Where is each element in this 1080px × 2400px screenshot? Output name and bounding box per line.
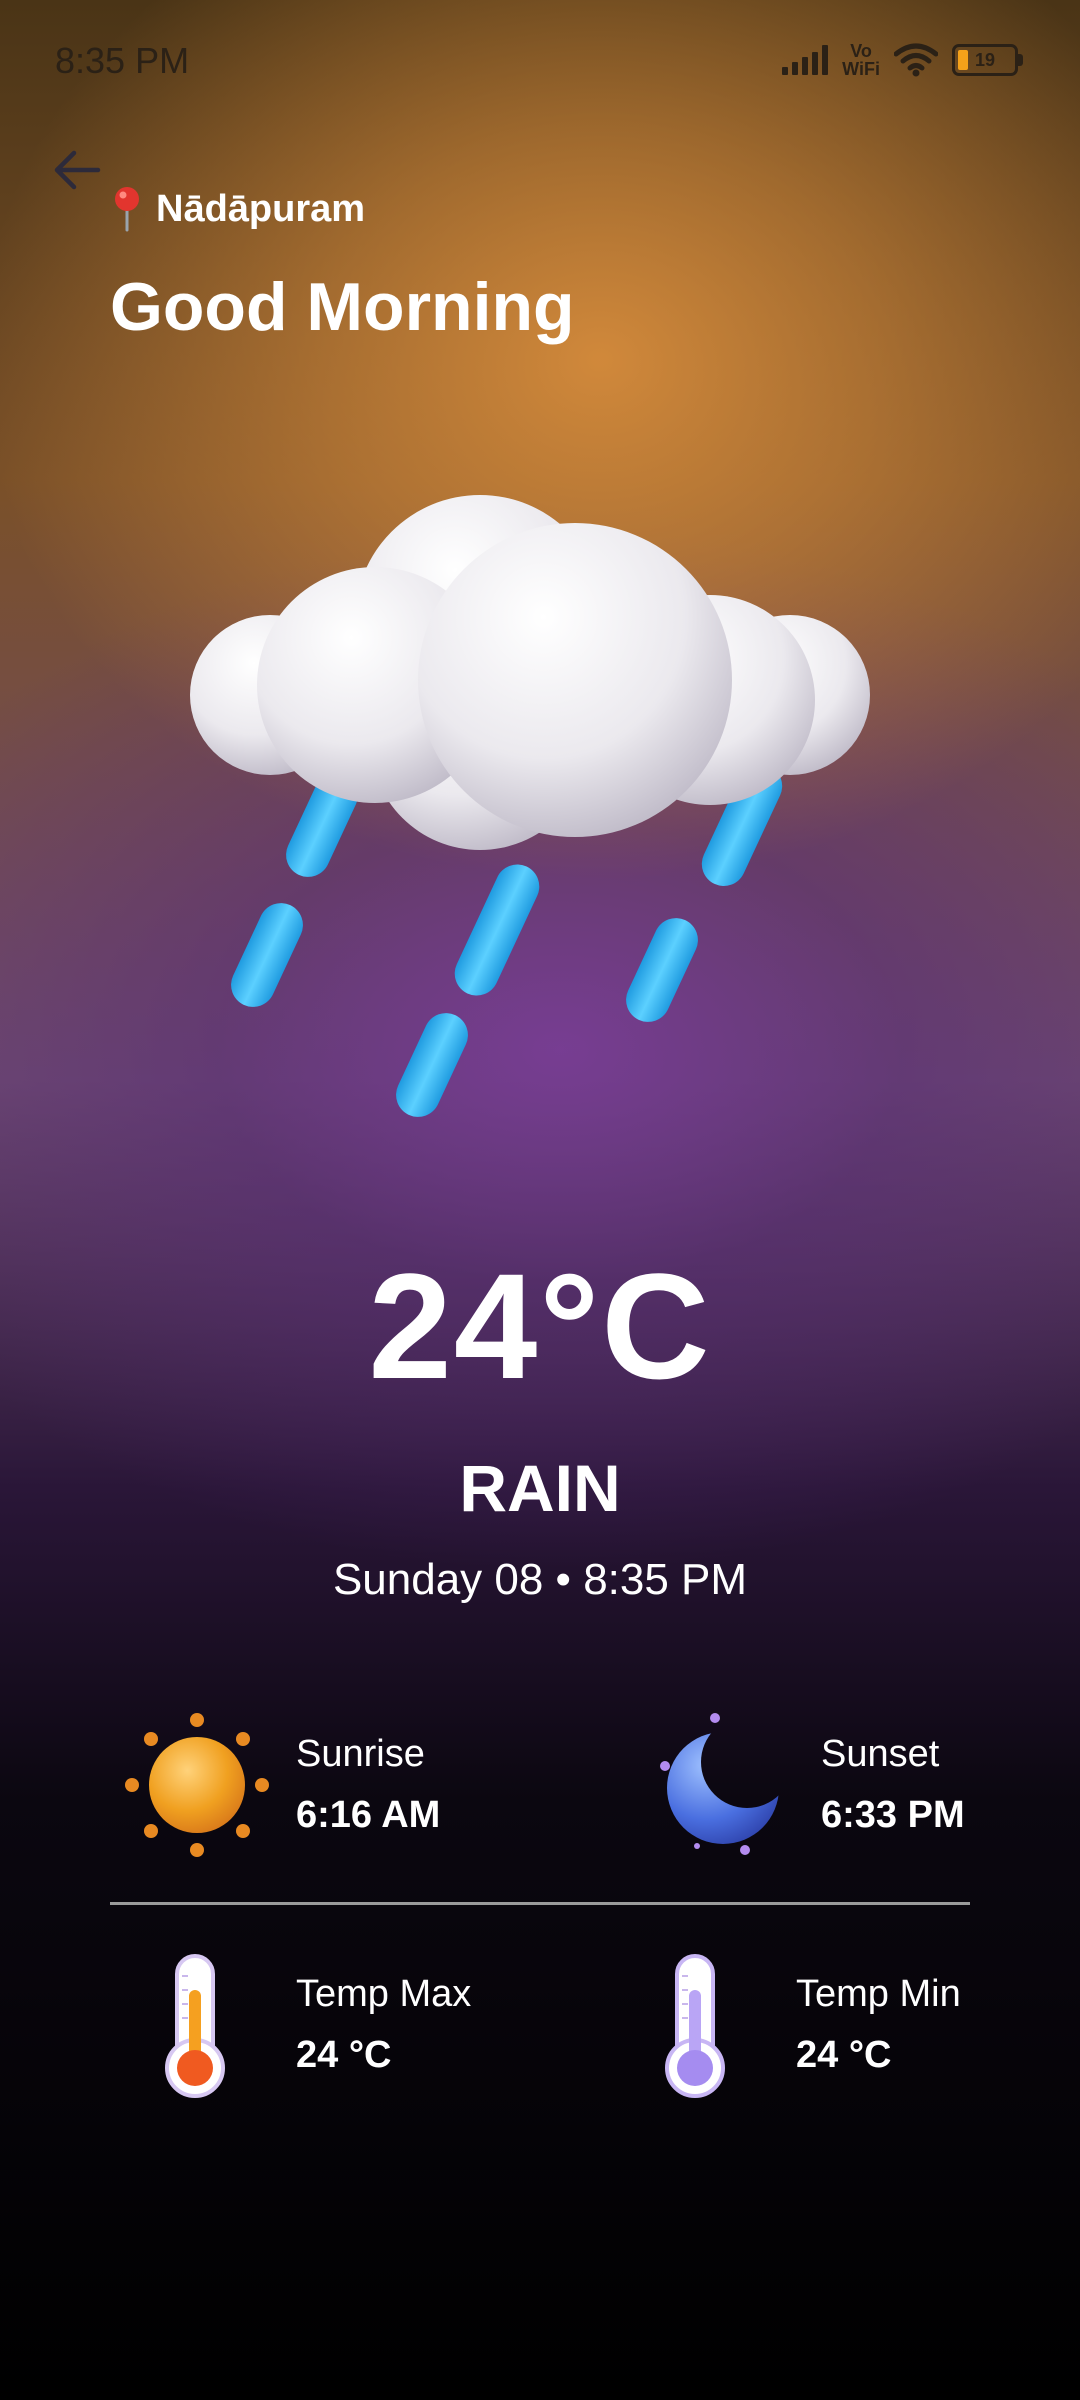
sunrise-time: 6:16 AM [296, 1794, 441, 1836]
sunrise-text: Sunrise 6:16 AM [296, 1733, 440, 1837]
moon-icon [660, 1713, 779, 1855]
signal-icon [782, 45, 829, 75]
weather-condition: RAIN [459, 1451, 621, 1525]
battery-level: 19 [974, 49, 996, 70]
arrow-left-icon [54, 150, 101, 190]
sunset-text: Sunset 6:33 PM [821, 1733, 965, 1837]
temp-max-text: Temp Max 24 °C [296, 1973, 471, 2077]
temp-max-label: Temp Max [296, 1973, 472, 2015]
raindrop [626, 918, 698, 1022]
rain-cloud-icon [190, 495, 870, 1117]
temp-max-info: Temp Max 24 °C [160, 1950, 471, 2100]
sunset-time: 6:33 PM [821, 1794, 965, 1836]
sun-icon [125, 1713, 269, 1857]
status-bar: 8:35 PM Vo WiFi 19 [0, 0, 1080, 120]
thermometer-hot-icon [165, 1954, 225, 2098]
sunset-info: Sunset 6:33 PM [655, 1710, 965, 1860]
temp-max-value: 24 °C [296, 2034, 392, 2076]
location-pin-icon [115, 187, 139, 232]
battery-fill [958, 50, 968, 70]
date-time: Sunday 08 • 8:35 PM [332, 1555, 748, 1604]
raindrop [396, 1013, 468, 1117]
vowifi-label-bottom: WiFi [842, 59, 880, 79]
current-temperature: 24°C [368, 1242, 712, 1410]
battery-icon: 19 [952, 44, 1023, 76]
raindrop [454, 864, 540, 996]
divider [110, 1902, 970, 1905]
vowifi-indicator: Vo WiFi [842, 42, 880, 78]
location-name: Nādāpuram [156, 187, 366, 230]
raindrop [231, 903, 303, 1007]
temp-min-label: Temp Min [796, 1973, 961, 2015]
location: Nādāpuram [112, 186, 365, 232]
back-button[interactable] [48, 140, 108, 200]
greeting-title: Good Morning [110, 269, 575, 345]
temp-min-value: 24 °C [796, 2034, 892, 2076]
sunrise-label: Sunrise [296, 1733, 425, 1775]
vowifi-label-top: Vo [850, 41, 872, 61]
status-time: 8:35 PM [55, 40, 190, 81]
status-icons: Vo WiFi 19 [782, 40, 1023, 80]
temp-min-info: Temp Min 24 °C [660, 1950, 961, 2100]
temp-min-text: Temp Min 24 °C [796, 1973, 961, 2077]
sunrise-info: Sunrise 6:16 AM [122, 1710, 440, 1860]
thermometer-cold-icon [665, 1954, 725, 2098]
sunset-label: Sunset [821, 1733, 940, 1775]
wifi-icon [894, 43, 938, 77]
